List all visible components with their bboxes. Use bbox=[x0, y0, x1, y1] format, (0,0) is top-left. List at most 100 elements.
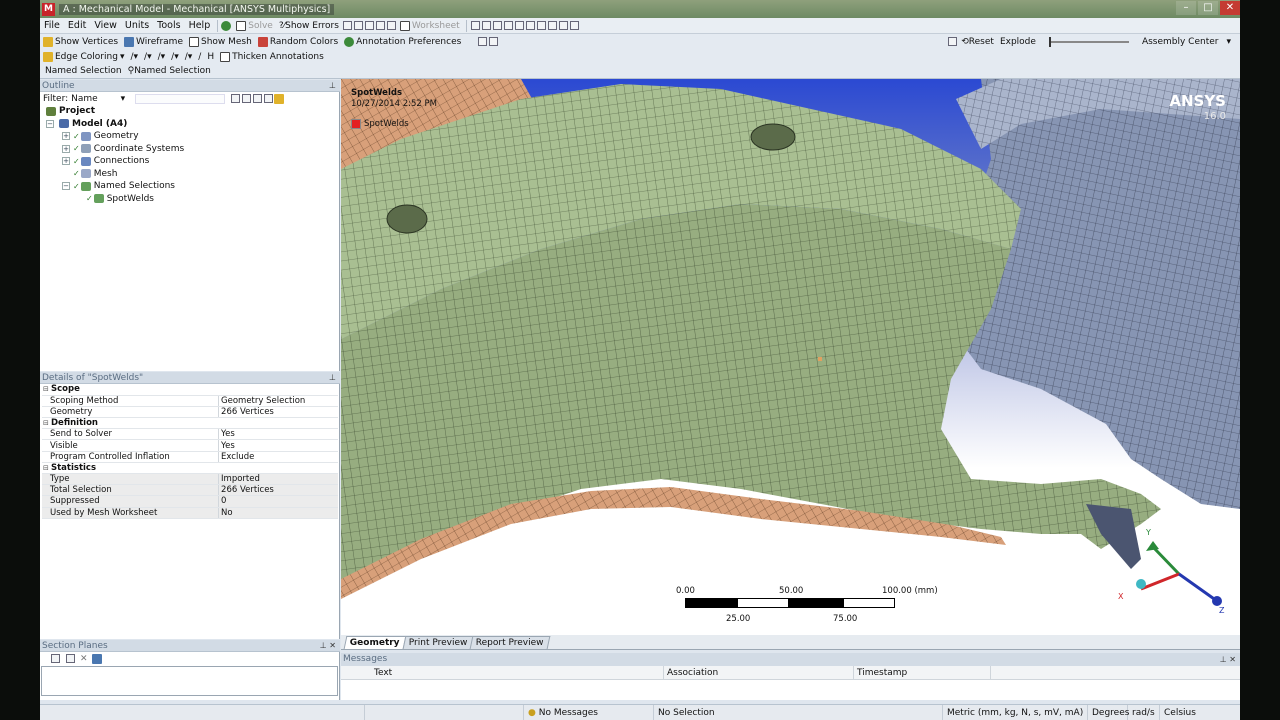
worksheet-button[interactable]: Worksheet bbox=[397, 19, 463, 33]
tree-item-model[interactable]: − Model (A4) bbox=[40, 118, 339, 131]
expand-icon[interactable] bbox=[264, 94, 274, 103]
row-scoping-method[interactable]: Scoping Method Geometry Selection bbox=[42, 395, 338, 407]
property-value[interactable]: Yes bbox=[218, 428, 338, 441]
edit-section-plane-icon[interactable] bbox=[66, 654, 75, 663]
property-value[interactable]: Yes bbox=[218, 439, 338, 452]
graphics-option-icon-2[interactable] bbox=[489, 37, 499, 46]
show-errors-button[interactable]: ?⁄ Show Errors bbox=[276, 19, 342, 33]
property-value[interactable]: 266 Vertices bbox=[218, 406, 338, 419]
check-icon[interactable] bbox=[221, 20, 232, 31]
assembly-center-dropdown[interactable]: Assembly Center ▾ bbox=[1139, 35, 1234, 49]
edge-display-button-4[interactable]: ∕▾ bbox=[168, 50, 182, 64]
iso-view-icon[interactable] bbox=[558, 21, 568, 30]
column-association[interactable]: Association bbox=[664, 666, 854, 679]
row-visible[interactable]: Visible Yes bbox=[42, 439, 338, 452]
edge-display-button-3[interactable]: ∕▾ bbox=[155, 50, 169, 64]
minimize-button[interactable]: – bbox=[1176, 1, 1196, 15]
show-mesh-button[interactable]: Show Mesh bbox=[186, 35, 255, 49]
pin-icon[interactable]: ⊥ ✕ bbox=[320, 640, 336, 652]
tree-item-project[interactable]: Project bbox=[40, 105, 339, 118]
viewports-icon[interactable] bbox=[569, 21, 579, 30]
status-units[interactable]: Metric (mm, kg, N, s, mV, mA) bbox=[943, 704, 1088, 720]
section-planes-list[interactable] bbox=[41, 666, 338, 696]
section-scope[interactable]: Scope bbox=[42, 384, 338, 396]
column-text[interactable]: Text bbox=[341, 666, 664, 679]
filter-clear-icon[interactable] bbox=[242, 94, 252, 103]
graphics-option-icon-1[interactable] bbox=[478, 37, 488, 46]
section-definition[interactable]: Definition bbox=[42, 417, 338, 430]
show-plane-icon[interactable] bbox=[91, 653, 102, 664]
magnifier-icon[interactable] bbox=[525, 21, 535, 30]
maximize-button[interactable]: □ bbox=[1198, 1, 1218, 15]
tree-item-spotwelds[interactable]: ✓ SpotWelds bbox=[40, 193, 339, 206]
section-statistics[interactable]: Statistics bbox=[42, 462, 338, 475]
filter-select[interactable]: Name ▾ bbox=[71, 94, 129, 104]
box-zoom-icon[interactable] bbox=[503, 21, 513, 30]
rotate-icon[interactable] bbox=[470, 21, 480, 30]
next-view-icon[interactable] bbox=[547, 21, 557, 30]
edge-display-button-5[interactable]: ∕▾ bbox=[182, 50, 196, 64]
expand-toggle[interactable]: + bbox=[62, 144, 70, 153]
graphics-icon-3[interactable] bbox=[364, 21, 374, 30]
delete-icon[interactable]: ✕ bbox=[80, 654, 88, 664]
tab-print-preview[interactable]: Print Preview bbox=[402, 636, 474, 649]
graphics-viewport[interactable]: Y X Z SpotWelds 10/27/2014 2:52 PM SpotW… bbox=[341, 79, 1240, 635]
tab-geometry[interactable]: Geometry bbox=[343, 636, 407, 649]
mesh-model[interactable]: Y X Z bbox=[341, 79, 1240, 635]
thin-edge-button[interactable]: H bbox=[204, 50, 217, 64]
tree-item-mesh[interactable]: ✓ Mesh bbox=[40, 168, 339, 181]
pin-icon[interactable]: ⊥ bbox=[329, 80, 336, 92]
collapse-icon[interactable] bbox=[253, 94, 263, 103]
tree-item-connections[interactable]: + ✓ Connections bbox=[40, 155, 339, 168]
tree-item-geometry[interactable]: + ✓ Geometry bbox=[40, 130, 339, 143]
pin-icon[interactable]: ⊥ bbox=[329, 372, 336, 384]
reset-button[interactable]: ⟲ Reset bbox=[958, 35, 997, 49]
wireframe-button[interactable]: Wireframe bbox=[121, 35, 186, 49]
named-selection-button[interactable]: ⚲ Named Selection bbox=[125, 64, 214, 78]
explode-options-icon[interactable] bbox=[948, 37, 958, 46]
filter-apply-icon[interactable] bbox=[231, 94, 241, 103]
graphics-icon-2[interactable] bbox=[353, 21, 363, 30]
row-geometry[interactable]: Geometry 266 Vertices bbox=[42, 406, 338, 419]
edge-display-button-1[interactable]: ∕▾ bbox=[127, 50, 141, 64]
menu-units[interactable]: Units bbox=[121, 20, 153, 31]
annotation-preferences-button[interactable]: Annotation Preferences bbox=[341, 35, 464, 49]
menu-file[interactable]: File bbox=[40, 20, 64, 31]
explode-slider[interactable] bbox=[1048, 36, 1129, 47]
solve-button[interactable]: Solve bbox=[233, 19, 276, 33]
zoom-to-fit-icon[interactable] bbox=[514, 21, 524, 30]
show-vertices-button[interactable]: Show Vertices bbox=[40, 35, 121, 49]
status-messages[interactable]: ● No Messages bbox=[524, 704, 654, 720]
row-send-to-solver[interactable]: Send to Solver Yes bbox=[42, 428, 338, 441]
thicken-annotations-button[interactable]: Thicken Annotations bbox=[217, 50, 327, 64]
expand-toggle[interactable]: + bbox=[62, 157, 70, 166]
graphics-icon-1[interactable] bbox=[342, 21, 352, 30]
row-inflation[interactable]: Program Controlled Inflation Exclude bbox=[42, 451, 338, 463]
status-angle[interactable]: Degrees bbox=[1088, 704, 1129, 720]
edge-coloring-dropdown[interactable]: Edge Coloring ▾ bbox=[40, 50, 127, 64]
pin-icon[interactable]: ⊥ ✕ bbox=[1220, 653, 1236, 666]
pan-icon[interactable] bbox=[481, 21, 491, 30]
tab-report-preview[interactable]: Report Preview bbox=[469, 636, 551, 649]
status-rate[interactable]: rad/s bbox=[1128, 704, 1160, 720]
graphics-icon-4[interactable] bbox=[375, 21, 385, 30]
menu-help[interactable]: Help bbox=[185, 20, 215, 31]
edge-display-button-6[interactable]: ∕ bbox=[195, 50, 204, 64]
column-timestamp[interactable]: Timestamp bbox=[854, 666, 991, 679]
property-value[interactable]: Exclude bbox=[218, 451, 338, 463]
collapse-toggle[interactable]: − bbox=[62, 182, 70, 191]
edge-display-button-2[interactable]: ∕▾ bbox=[141, 50, 155, 64]
status-temperature[interactable]: Celsius bbox=[1160, 705, 1220, 720]
zoom-icon[interactable] bbox=[492, 21, 502, 30]
random-colors-button[interactable]: Random Colors bbox=[255, 35, 341, 49]
property-value[interactable]: Geometry Selection bbox=[218, 395, 338, 407]
filter-input[interactable] bbox=[135, 93, 226, 104]
new-section-plane-icon[interactable] bbox=[51, 654, 60, 663]
previous-view-icon[interactable] bbox=[536, 21, 546, 30]
menu-tools[interactable]: Tools bbox=[153, 20, 184, 31]
close-button[interactable]: ✕ bbox=[1220, 1, 1240, 15]
expand-toggle[interactable]: + bbox=[62, 132, 70, 141]
slider-knob[interactable] bbox=[1048, 36, 1051, 47]
tree-item-named-selections[interactable]: − ✓ Named Selections bbox=[40, 180, 339, 193]
folder-icon[interactable] bbox=[274, 93, 285, 104]
